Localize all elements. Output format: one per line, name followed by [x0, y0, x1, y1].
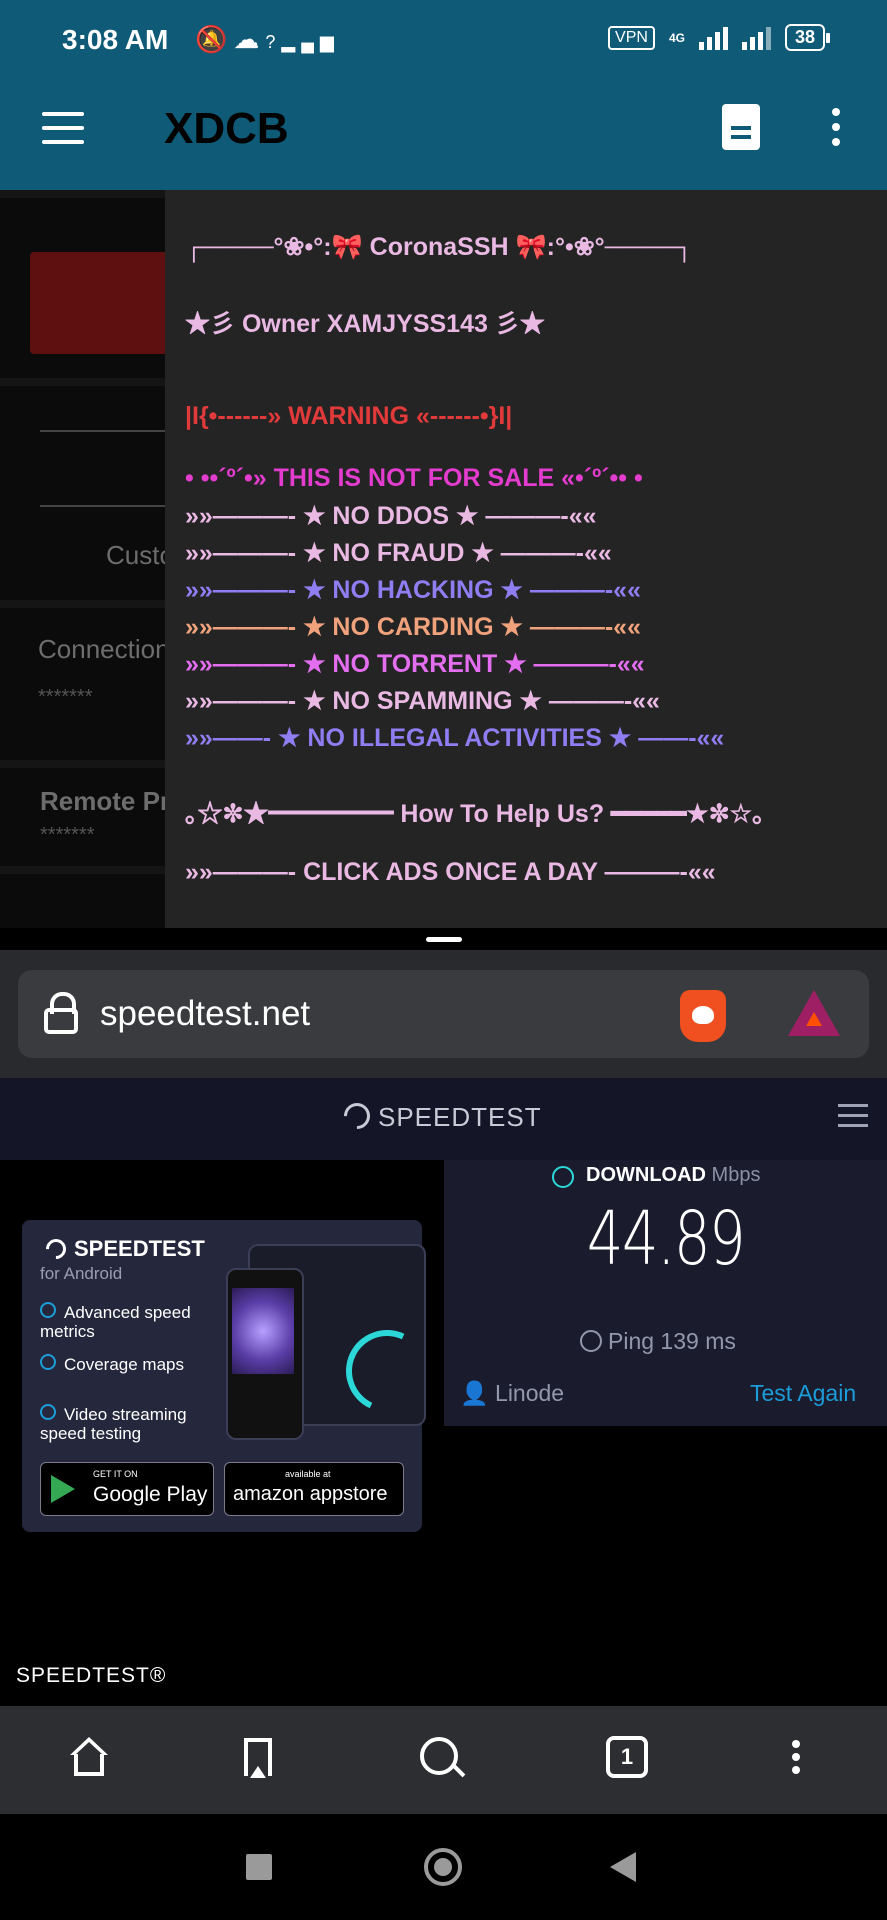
recent-apps-icon[interactable]: [246, 1854, 272, 1880]
dialog-line: »»———- ★ NO DDOS ★ ———-««: [185, 502, 597, 530]
bg-divider-1: [0, 190, 170, 198]
promo-title-text: SPEEDTEST: [74, 1236, 205, 1261]
url-text[interactable]: speedtest.net: [100, 994, 310, 1034]
bg-divider-4: [0, 760, 170, 768]
remote-proxy-label: Remote Pr: [40, 786, 171, 816]
ping-text: Ping 139 ms: [608, 1328, 736, 1354]
download-icon: [552, 1166, 574, 1188]
back-icon[interactable]: [610, 1852, 636, 1882]
more-options-icon[interactable]: [832, 108, 840, 153]
app-title: XDCB: [164, 104, 289, 153]
server-info: 👤 Linode: [460, 1380, 564, 1407]
speedtest-footer-logo: SPEEDTEST®: [16, 1664, 167, 1687]
brave-rewards-icon[interactable]: [788, 990, 840, 1036]
dialog-line: »»———- ★ NO CARDING ★ ———-««: [185, 613, 641, 641]
speedtest-gauge-icon: [338, 1097, 376, 1135]
battery-icon: 38: [784, 24, 831, 51]
dialog-line: • ••´º´•» THIS IS NOT FOR SALE «•´º´•• •: [185, 464, 643, 492]
status-time: 3:08 AM: [62, 24, 169, 55]
speedtest-logo-text: SPEEDTEST: [378, 1102, 542, 1132]
promo-feature-text: Video streaming speed testing: [40, 1405, 187, 1443]
download-label: DOWNLOAD Mbps: [586, 1164, 760, 1187]
server-name: Linode: [495, 1380, 565, 1406]
promo-feature: Coverage maps: [40, 1354, 210, 1374]
status-notification-icons: 🔕☁?▂▄▆: [195, 24, 340, 54]
dialog-line: ┌────°❀•°:🎀 CoronaSSH 🎀:°•❀°────┐: [185, 233, 694, 261]
google-play-text: Google Play: [93, 1483, 208, 1506]
signal-icon: [698, 26, 728, 50]
feature-icon: [40, 1302, 56, 1318]
search-icon[interactable]: [420, 1737, 458, 1775]
connection-label: Connection: [38, 634, 170, 664]
bg-divider-3: [0, 600, 170, 608]
vpn-icon: VPN: [608, 25, 655, 50]
connect-button-bg: [30, 252, 170, 354]
dialog-line: »»———- ★ NO TORRENT ★ ———-««: [185, 650, 645, 678]
custom-label: Custo: [106, 540, 174, 570]
document-icon[interactable]: [722, 104, 760, 150]
promo-feature-text: Advanced speed metrics: [40, 1303, 191, 1341]
google-play-small-text: GET IT ON: [93, 1469, 138, 1479]
dialog-line: ★彡 Owner XAMJYSS143 彡★: [185, 310, 545, 338]
lock-icon[interactable]: [44, 992, 78, 1034]
promo-feature: Advanced speed metrics: [40, 1302, 210, 1341]
dialog-line: »»———- CLICK ADS ONCE A DAY ———-««: [185, 858, 716, 886]
menu-icon[interactable]: [42, 112, 84, 144]
promo-gauge-icon: [41, 1234, 71, 1264]
amazon-text: amazon appstore: [233, 1483, 388, 1505]
download-label-text: DOWNLOAD: [586, 1164, 706, 1186]
download-speed-value: 44.89: [586, 1196, 746, 1282]
signal-icon-2: [741, 26, 771, 50]
split-screen-handle[interactable]: [426, 937, 462, 942]
dialog-line: |I{•------» WARNING «------•}I|: [185, 402, 513, 430]
speedtest-menu-icon[interactable]: [838, 1104, 868, 1134]
dialog-line: »»———- ★ NO FRAUD ★ ———-««: [185, 539, 612, 567]
feature-icon: [40, 1404, 56, 1420]
home-icon[interactable]: [70, 1737, 108, 1777]
promo-feature: Video streaming speed testing: [40, 1404, 220, 1443]
dialog-line: »»——- ★ NO ILLEGAL ACTIVITIES ★ ——-««: [185, 724, 725, 752]
bg-divider-2: [0, 378, 170, 386]
test-again-button[interactable]: Test Again: [750, 1380, 856, 1407]
tabs-button[interactable]: 1: [606, 1736, 648, 1778]
speedtest-logo[interactable]: SPEEDTEST: [338, 1097, 542, 1135]
amazon-appstore-badge[interactable]: available at amazon appstore: [224, 1462, 404, 1516]
ping-readout: Ping 139 ms: [580, 1328, 736, 1355]
bg-divider-5: [0, 866, 170, 874]
amazon-small-text: available at: [285, 1469, 331, 1479]
promo-subtitle: for Android: [40, 1264, 123, 1283]
bg-line-2: [40, 505, 170, 507]
message-dialog: ┌────°❀•°:🎀 CoronaSSH 🎀:°•❀°────┐ ★彡 Own…: [165, 190, 887, 928]
phone-mockup-image: [226, 1268, 304, 1440]
dialog-line: »»———- ★ NO SPAMMING ★ ———-««: [185, 687, 660, 715]
remote-proxy-value: *******: [40, 824, 95, 846]
brave-shields-icon[interactable]: [680, 990, 726, 1042]
bookmark-icon[interactable]: [244, 1738, 272, 1778]
browser-menu-icon[interactable]: [792, 1740, 800, 1779]
status-right-icons: VPN 4G 38: [608, 24, 831, 51]
connection-value: *******: [38, 686, 93, 708]
promo-feature-text: Coverage maps: [64, 1355, 185, 1374]
dialog-line: »»———- ★ NO HACKING ★ ———-««: [185, 576, 641, 604]
feature-icon: [40, 1354, 56, 1370]
download-unit: Mbps: [711, 1164, 761, 1186]
bg-line-1: [40, 430, 170, 432]
user-icon: 👤: [460, 1380, 489, 1406]
network-type-label: 4G: [668, 30, 685, 45]
google-play-icon: [51, 1475, 75, 1503]
ping-icon: [580, 1330, 602, 1352]
system-home-icon[interactable]: [424, 1848, 462, 1886]
promo-title: SPEEDTEST: [41, 1234, 205, 1264]
dialog-line: ｡☆✼★━━━━━ How To Help Us? ━━━━━★✼☆｡: [185, 800, 765, 828]
google-play-badge[interactable]: GET IT ON Google Play: [40, 1462, 214, 1516]
